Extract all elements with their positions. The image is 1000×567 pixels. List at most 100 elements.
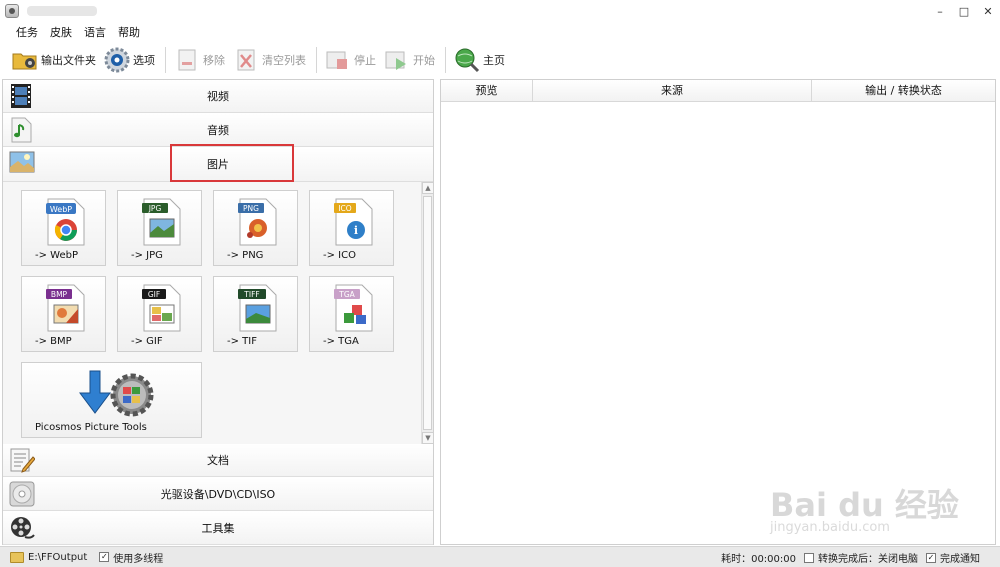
tile-gif[interactable]: GIF -> GIF bbox=[117, 276, 202, 352]
svg-text:PNG: PNG bbox=[243, 204, 259, 213]
category-video[interactable]: 视频 bbox=[3, 80, 433, 113]
bmp-icon: BMP bbox=[44, 283, 86, 333]
column-output-status[interactable]: 输出 / 转换状态 bbox=[812, 80, 995, 102]
play-icon bbox=[384, 47, 410, 73]
column-preview[interactable]: 预览 bbox=[441, 80, 533, 102]
category-tools-label: 工具集 bbox=[201, 522, 235, 535]
menu-task[interactable]: 任务 bbox=[10, 24, 44, 40]
tile-tif[interactable]: TIFF -> TIF bbox=[213, 276, 298, 352]
table-header: 预览 来源 输出 / 转换状态 bbox=[441, 80, 995, 102]
tga-icon: TGA bbox=[332, 283, 374, 333]
notify-checkbox[interactable]: ✓ bbox=[926, 552, 936, 563]
tile-ico[interactable]: ICO i -> ICO bbox=[309, 190, 394, 266]
column-source[interactable]: 来源 bbox=[533, 80, 812, 102]
status-right: 耗时：00:00:00 转换完成后：关闭电脑 ✓ 完成通知 bbox=[717, 547, 980, 567]
tile-png-label: -> PNG bbox=[227, 250, 264, 261]
scroll-down-icon[interactable]: ▼ bbox=[422, 432, 434, 444]
picture-tools-icon bbox=[68, 367, 164, 419]
vertical-scrollbar[interactable]: ▲ ▼ bbox=[421, 182, 434, 444]
tile-gif-label: -> GIF bbox=[131, 336, 163, 347]
clear-list-label: 清空列表 bbox=[262, 54, 306, 67]
svg-text:BMP: BMP bbox=[51, 290, 68, 299]
after-convert-label: 转换完成后：关闭电脑 bbox=[818, 554, 918, 565]
image-format-grid: WebP -> WebP JPG -> JPG PNG -> PNG ICO i … bbox=[3, 182, 433, 444]
watermark: Bai du 经验 jingyan.baidu.com bbox=[760, 470, 960, 540]
notify-label: 完成通知 bbox=[940, 554, 980, 565]
tile-tif-label: -> TIF bbox=[227, 336, 257, 347]
elapsed-time: 耗时：00:00:00 bbox=[721, 554, 796, 565]
close-button[interactable]: ✕ bbox=[976, 0, 1000, 22]
menu-skin[interactable]: 皮肤 bbox=[44, 24, 78, 40]
tile-tga[interactable]: TGA -> TGA bbox=[309, 276, 394, 352]
tile-bmp-label: -> BMP bbox=[35, 336, 72, 347]
category-video-label: 视频 bbox=[207, 90, 229, 103]
tile-ico-label: -> ICO bbox=[323, 250, 356, 261]
tile-picture-tools-label: Picosmos Picture Tools bbox=[35, 422, 147, 433]
category-rom-label: 光驱设备\DVD\CD\ISO bbox=[160, 488, 276, 501]
remove-button[interactable]: 移除 bbox=[174, 45, 225, 75]
options-label: 选项 bbox=[133, 54, 155, 67]
window-controls: – □ ✕ bbox=[928, 0, 1000, 22]
maximize-button[interactable]: □ bbox=[952, 0, 976, 22]
webp-icon: WebP bbox=[44, 197, 86, 247]
category-document[interactable]: 文档 bbox=[3, 444, 433, 477]
multithread-label: 使用多线程 bbox=[113, 553, 164, 565]
svg-text:GIF: GIF bbox=[148, 290, 160, 299]
tile-png[interactable]: PNG -> PNG bbox=[213, 190, 298, 266]
png-icon: PNG bbox=[236, 197, 278, 247]
svg-text:TIFF: TIFF bbox=[243, 290, 259, 299]
tile-jpg-label: -> JPG bbox=[131, 250, 163, 261]
start-button[interactable]: 开始 bbox=[384, 45, 435, 75]
tile-tga-label: -> TGA bbox=[323, 336, 359, 347]
home-button[interactable]: 主页 bbox=[454, 45, 505, 75]
category-panel: 视频 音频 图片 WebP -> WebP JPG -> JPG PNG -> … bbox=[2, 79, 434, 545]
scroll-thumb[interactable] bbox=[423, 196, 432, 430]
menu-bar: 任务 皮肤 语言 帮助 bbox=[0, 22, 146, 42]
gear-icon bbox=[104, 47, 130, 73]
clear-list-button[interactable]: 清空列表 bbox=[233, 45, 306, 75]
stop-icon bbox=[325, 47, 351, 73]
minimize-button[interactable]: – bbox=[928, 0, 952, 22]
category-rom[interactable]: 光驱设备\DVD\CD\ISO bbox=[3, 478, 433, 511]
tile-picture-tools[interactable]: Picosmos Picture Tools bbox=[21, 362, 202, 438]
tile-bmp[interactable]: BMP -> BMP bbox=[21, 276, 106, 352]
output-folder-button[interactable]: 输出文件夹 bbox=[12, 45, 96, 75]
remove-label: 移除 bbox=[203, 54, 225, 67]
tile-jpg[interactable]: JPG -> JPG bbox=[117, 190, 202, 266]
menu-language[interactable]: 语言 bbox=[78, 24, 112, 40]
options-button[interactable]: 选项 bbox=[104, 45, 155, 75]
window-title bbox=[27, 6, 97, 16]
status-bar: E:\FFOutput ✓ 使用多线程 耗时：00:00:00 转换完成后：关闭… bbox=[0, 546, 1000, 567]
category-document-label: 文档 bbox=[207, 454, 229, 467]
app-icon bbox=[5, 4, 19, 18]
category-audio-label: 音频 bbox=[207, 124, 229, 137]
folder-icon bbox=[10, 551, 24, 563]
toolbar-separator bbox=[165, 47, 166, 73]
category-audio[interactable]: 音频 bbox=[3, 114, 433, 147]
remove-icon bbox=[174, 47, 200, 73]
category-tools[interactable]: 工具集 bbox=[3, 512, 433, 545]
output-path[interactable]: E:\FFOutput bbox=[28, 552, 87, 563]
menu-help[interactable]: 帮助 bbox=[112, 24, 146, 40]
clear-icon bbox=[233, 47, 259, 73]
gif-icon: GIF bbox=[140, 283, 182, 333]
ico-icon: ICO i bbox=[332, 197, 374, 247]
toolbar-separator bbox=[316, 47, 317, 73]
folder-icon bbox=[12, 47, 38, 73]
stop-label: 停止 bbox=[354, 54, 376, 67]
selection-highlight bbox=[170, 144, 294, 182]
start-label: 开始 bbox=[413, 54, 435, 67]
tile-webp-label: -> WebP bbox=[35, 250, 78, 261]
tif-icon: TIFF bbox=[236, 283, 278, 333]
scroll-up-icon[interactable]: ▲ bbox=[422, 182, 434, 194]
multithread-checkbox[interactable]: ✓ bbox=[99, 552, 110, 562]
globe-search-icon bbox=[454, 47, 480, 73]
after-convert-checkbox[interactable] bbox=[804, 552, 814, 563]
toolbar-separator bbox=[445, 47, 446, 73]
tile-webp[interactable]: WebP -> WebP bbox=[21, 190, 106, 266]
svg-text:JPG: JPG bbox=[148, 204, 162, 213]
stop-button[interactable]: 停止 bbox=[325, 45, 376, 75]
svg-text:TGA: TGA bbox=[338, 290, 355, 299]
title-bar: – □ ✕ bbox=[0, 0, 1000, 22]
jpg-icon: JPG bbox=[140, 197, 182, 247]
